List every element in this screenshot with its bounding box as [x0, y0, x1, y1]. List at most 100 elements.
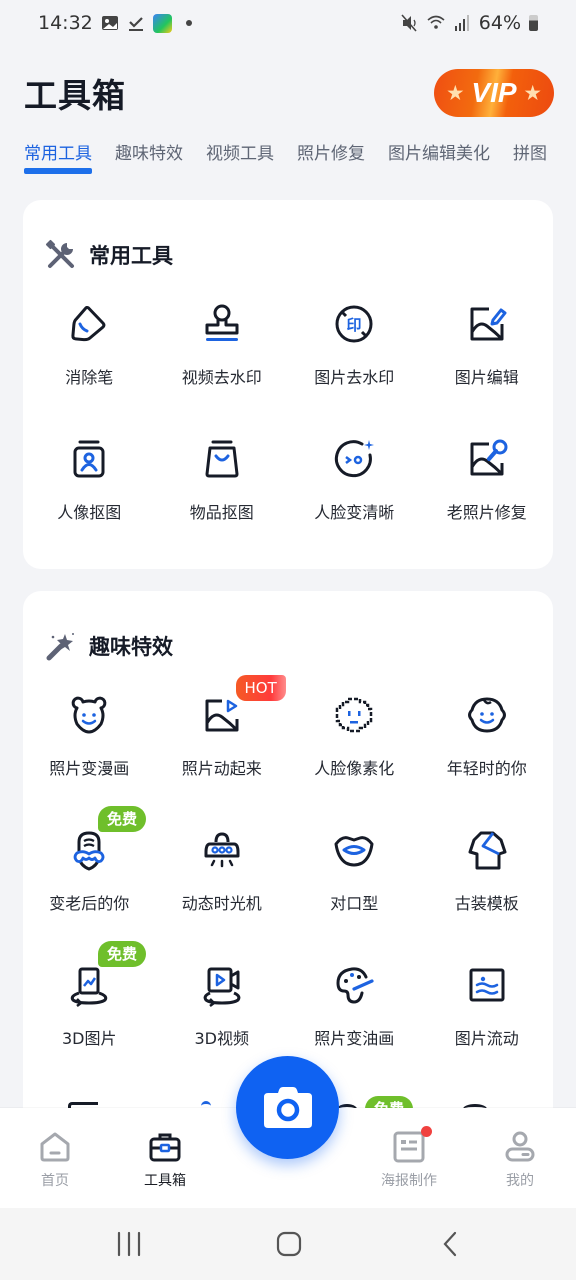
tool-image-flow[interactable]: 图片流动 [421, 941, 554, 1076]
tab-video-tools[interactable]: 视频工具 [206, 140, 274, 174]
hot-badge: HOT [235, 675, 286, 701]
tool-label: 照片变漫画 [49, 759, 130, 778]
3d-video-icon [203, 967, 241, 1007]
tool-time-machine[interactable]: 动态时光机 [156, 806, 289, 941]
page-title: 工具箱 [24, 76, 126, 115]
tool-pixel-face[interactable]: 人脸像素化 [288, 671, 421, 806]
tool-face-enhance[interactable]: 人脸变清晰 [288, 415, 421, 550]
status-bar: 14:32 64% [0, 0, 576, 46]
tool-cartoon[interactable]: 照片变漫画 [23, 671, 156, 806]
nav-label: 首页 [41, 1173, 69, 1189]
tool-label: 人像抠图 [57, 503, 122, 522]
nav-label: 工具箱 [144, 1173, 186, 1189]
download-done-icon [128, 17, 143, 31]
bag-cutout-icon [205, 440, 239, 478]
header: 工具箱 ★ VIP ★ [24, 68, 554, 118]
tool-label: 3D图片 [61, 1029, 117, 1048]
tool-label: 人脸像素化 [314, 759, 395, 778]
nav-profile[interactable]: 我的 [480, 1130, 560, 1190]
tool-label: 图片去水印 [314, 368, 395, 387]
profile-icon [505, 1131, 535, 1162]
no-watermark-icon: 印 [335, 305, 373, 343]
mute-icon [401, 14, 417, 32]
tool-label: 人脸变清晰 [314, 503, 395, 522]
tool-old-photo-repair[interactable]: 老照片修复 [421, 415, 554, 550]
palette-icon [336, 967, 374, 1004]
tool-image-edit[interactable]: 图片编辑 [421, 280, 554, 415]
tool-label: 老照片修复 [446, 503, 527, 522]
tool-3d-photo[interactable]: 免费 3D图片 [23, 941, 156, 1076]
tool-3d-video[interactable]: 3D视频 [156, 941, 289, 1076]
tool-image-watermark[interactable]: 印 图片去水印 [288, 280, 421, 415]
portrait-cutout-icon [73, 440, 105, 478]
camera-button[interactable] [236, 1056, 339, 1159]
flow-image-icon [469, 968, 505, 1002]
tool-eraser[interactable]: 消除笔 [23, 280, 156, 415]
system-nav-bar [0, 1208, 576, 1280]
tool-portrait-cutout[interactable]: 人像抠图 [23, 415, 156, 550]
tab-collage[interactable]: 拼图 [513, 140, 547, 174]
star-icon: ★ [447, 82, 464, 103]
tab-common-tools[interactable]: 常用工具 [24, 140, 92, 174]
tab-fun-effects[interactable]: 趣味特效 [115, 140, 183, 174]
tool-older[interactable]: 免费 变老后的你 [23, 806, 156, 941]
tool-label: 照片动起来 [181, 759, 262, 778]
tool-label: 视频去水印 [181, 368, 262, 387]
stamp-icon [205, 304, 239, 341]
section-title: 趣味特效 [89, 635, 173, 659]
tools-icon [45, 239, 74, 268]
bear-face-icon [71, 696, 107, 734]
gallery-icon [101, 16, 118, 30]
animate-photo-icon [205, 699, 239, 732]
tool-label: 物品抠图 [189, 503, 254, 522]
common-tools-card: 常用工具 消除笔 视频去水印 印 图片去水印 图片编辑 人像抠图 物品抠图 人脸… [23, 200, 553, 569]
tool-lip-sync[interactable]: 对口型 [288, 806, 421, 941]
star-icon: ★ [524, 82, 541, 103]
vip-label: VIP [471, 77, 517, 108]
recent-apps-icon[interactable] [116, 1230, 142, 1258]
photo-repair-icon [470, 439, 508, 476]
poster-icon [393, 1131, 425, 1163]
free-badge: 免费 [98, 941, 147, 967]
tab-photo-repair[interactable]: 照片修复 [297, 140, 365, 174]
tool-label: 3D视频 [194, 1029, 249, 1048]
status-time: 14:32 [38, 12, 93, 34]
tool-label: 年轻时的你 [446, 759, 527, 778]
svg-text:印: 印 [347, 316, 362, 334]
free-badge: 免费 [98, 806, 147, 832]
wifi-icon [427, 15, 445, 29]
old-face-icon [73, 831, 105, 871]
tool-animate-photo[interactable]: HOT 照片动起来 [156, 671, 289, 806]
nav-toolbox[interactable]: 工具箱 [125, 1130, 205, 1190]
tool-object-cutout[interactable]: 物品抠图 [156, 415, 289, 550]
magic-wand-icon [46, 633, 74, 661]
battery-icon [529, 15, 538, 31]
battery-percent: 64% [478, 12, 521, 34]
ufo-icon [204, 832, 240, 868]
tool-label: 图片编辑 [454, 368, 519, 387]
tool-costume[interactable]: 古装模板 [421, 806, 554, 941]
toolbox-icon [149, 1133, 181, 1162]
tool-younger[interactable]: 年轻时的你 [421, 671, 554, 806]
tool-oil-painting[interactable]: 照片变油画 [288, 941, 421, 1076]
tool-label: 消除笔 [65, 368, 114, 387]
image-edit-icon [470, 307, 507, 341]
notification-dot [185, 20, 192, 26]
tool-label: 照片变油画 [314, 1029, 395, 1048]
nav-poster[interactable]: 海报制作 [369, 1126, 449, 1190]
tool-label: 对口型 [330, 894, 379, 913]
tool-label: 图片流动 [454, 1029, 519, 1048]
tool-label: 变老后的你 [49, 894, 130, 913]
vip-button[interactable]: ★ VIP ★ [434, 69, 554, 117]
cleaner-app-icon [152, 13, 172, 33]
home-button-icon[interactable] [276, 1230, 302, 1258]
signal-icon [454, 15, 469, 31]
tab-image-edit[interactable]: 图片编辑美化 [388, 140, 490, 174]
nav-label: 我的 [506, 1173, 534, 1189]
tool-video-watermark[interactable]: 视频去水印 [156, 280, 289, 415]
back-icon[interactable] [440, 1230, 460, 1258]
home-icon [40, 1132, 70, 1162]
nav-home[interactable]: 首页 [15, 1130, 95, 1190]
3d-photo-icon [71, 967, 108, 1007]
nav-label: 海报制作 [381, 1173, 437, 1189]
